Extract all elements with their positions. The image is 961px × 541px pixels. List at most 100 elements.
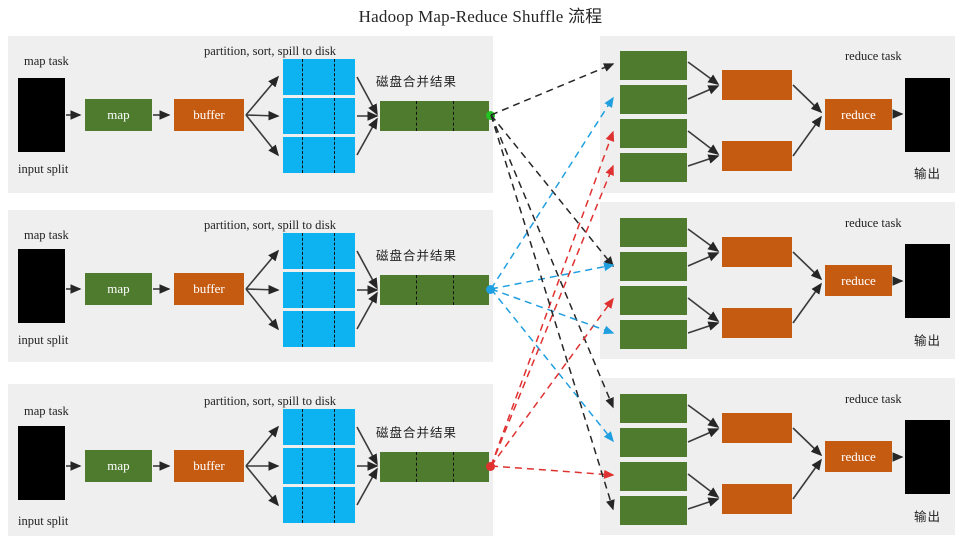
merged-output-bar-3 bbox=[380, 452, 489, 482]
merge-divider bbox=[453, 101, 454, 131]
input-split-label-2: input split bbox=[18, 333, 69, 347]
reduce-box-label-2: reduce bbox=[841, 272, 876, 288]
output-box-1 bbox=[905, 78, 950, 152]
merge-box-1-2 bbox=[722, 141, 792, 171]
copy-box-3-2 bbox=[620, 428, 687, 457]
input-split-label-3: input split bbox=[18, 514, 69, 528]
spill-label-2: partition, sort, spill to disk bbox=[204, 218, 336, 232]
fanout-origin-dot-3 bbox=[486, 462, 495, 471]
fanout-origin-dot-2 bbox=[486, 285, 495, 294]
reduce-box-3: reduce bbox=[825, 441, 892, 472]
copy-box-3-4 bbox=[620, 496, 687, 525]
spill-divider bbox=[334, 311, 335, 347]
merge-box-3-1 bbox=[722, 413, 792, 443]
merge-box-3-2 bbox=[722, 484, 792, 514]
copy-box-1-1 bbox=[620, 51, 687, 80]
merge-divider bbox=[416, 452, 417, 482]
copy-box-3-3 bbox=[620, 462, 687, 491]
spill-divider bbox=[302, 98, 303, 134]
copy-box-1-3 bbox=[620, 119, 687, 148]
spill-label-3: partition, sort, spill to disk bbox=[204, 394, 336, 408]
merged-output-bar-1 bbox=[380, 101, 489, 131]
reduce-box-2: reduce bbox=[825, 265, 892, 296]
reduce-box-label-3: reduce bbox=[841, 448, 876, 464]
merged-output-bar-2 bbox=[380, 275, 489, 305]
merge-divider bbox=[453, 452, 454, 482]
output-box-3 bbox=[905, 420, 950, 494]
output-label-2: 输出 bbox=[914, 334, 942, 348]
shuffle-lines-from-map-3 bbox=[490, 130, 615, 479]
spill-divider bbox=[302, 272, 303, 308]
spill-block-3-3 bbox=[283, 487, 355, 523]
buffer-box-3: buffer bbox=[174, 450, 244, 482]
spill-divider bbox=[334, 59, 335, 95]
spill-divider bbox=[302, 233, 303, 269]
spill-label-1: partition, sort, spill to disk bbox=[204, 44, 336, 58]
buffer-box-label-2: buffer bbox=[193, 281, 225, 296]
buffer-box-2: buffer bbox=[174, 273, 244, 305]
page-title: Hadoop Map-Reduce Shuffle 流程 bbox=[358, 7, 603, 26]
spill-divider bbox=[302, 448, 303, 484]
map-task-label-2: map task bbox=[24, 228, 69, 242]
reduce-box-label-1: reduce bbox=[841, 106, 876, 122]
spill-divider bbox=[302, 311, 303, 347]
map-task-label-3: map task bbox=[24, 404, 69, 418]
spill-divider bbox=[302, 137, 303, 173]
spill-block-1-1 bbox=[283, 59, 355, 95]
spill-divider bbox=[334, 409, 335, 445]
reduce-task-label-2: reduce task bbox=[845, 216, 902, 230]
copy-box-2-1 bbox=[620, 218, 687, 247]
spill-divider bbox=[302, 487, 303, 523]
spill-divider bbox=[334, 487, 335, 523]
input-split-box-2 bbox=[18, 249, 65, 323]
map-task-label-1: map task bbox=[24, 54, 69, 68]
spill-block-1-3 bbox=[283, 137, 355, 173]
map-box-3: map bbox=[85, 450, 152, 482]
shuffle-lines-from-map-1 bbox=[490, 63, 615, 409]
output-label-1: 输出 bbox=[914, 167, 942, 181]
fanout-origin-dot-1 bbox=[486, 111, 495, 120]
copy-box-2-2 bbox=[620, 252, 687, 281]
spill-divider bbox=[334, 272, 335, 308]
map-box-label-3: map bbox=[107, 458, 130, 473]
copy-box-3-1 bbox=[620, 394, 687, 423]
shuffle-lines-extra bbox=[490, 114, 615, 511]
spill-block-3-2 bbox=[283, 448, 355, 484]
merge-box-2-1 bbox=[722, 237, 792, 267]
input-split-box-1 bbox=[18, 78, 65, 152]
merge-divider bbox=[416, 275, 417, 305]
spill-block-1-2 bbox=[283, 98, 355, 134]
spill-block-2-2 bbox=[283, 272, 355, 308]
merge-label-3: 磁盘合并结果 bbox=[376, 426, 458, 440]
output-label-3: 输出 bbox=[914, 510, 942, 524]
merge-label-2: 磁盘合并结果 bbox=[376, 249, 458, 263]
spill-block-3-1 bbox=[283, 409, 355, 445]
reduce-box-1: reduce bbox=[825, 99, 892, 130]
spill-divider bbox=[334, 233, 335, 269]
buffer-box-label-3: buffer bbox=[193, 458, 225, 473]
spill-divider bbox=[302, 409, 303, 445]
spill-block-2-3 bbox=[283, 311, 355, 347]
reduce-task-label-1: reduce task bbox=[845, 49, 902, 63]
map-box-2: map bbox=[85, 273, 152, 305]
merge-box-1-1 bbox=[722, 70, 792, 100]
spill-divider bbox=[334, 98, 335, 134]
reduce-task-label-3: reduce task bbox=[845, 392, 902, 406]
copy-box-2-3 bbox=[620, 286, 687, 315]
spill-divider bbox=[334, 448, 335, 484]
shuffle-lines-from-map-2 bbox=[490, 96, 615, 443]
map-box-label-1: map bbox=[107, 107, 130, 122]
output-box-2 bbox=[905, 244, 950, 318]
spill-divider bbox=[302, 59, 303, 95]
spill-divider bbox=[334, 137, 335, 173]
merge-label-1: 磁盘合并结果 bbox=[376, 75, 458, 89]
map-box-1: map bbox=[85, 99, 152, 131]
input-split-label-1: input split bbox=[18, 162, 69, 176]
merge-divider bbox=[453, 275, 454, 305]
map-box-label-2: map bbox=[107, 281, 130, 296]
buffer-box-label-1: buffer bbox=[193, 107, 225, 122]
copy-box-1-4 bbox=[620, 153, 687, 182]
copy-box-2-4 bbox=[620, 320, 687, 349]
buffer-box-1: buffer bbox=[174, 99, 244, 131]
merge-divider bbox=[416, 101, 417, 131]
